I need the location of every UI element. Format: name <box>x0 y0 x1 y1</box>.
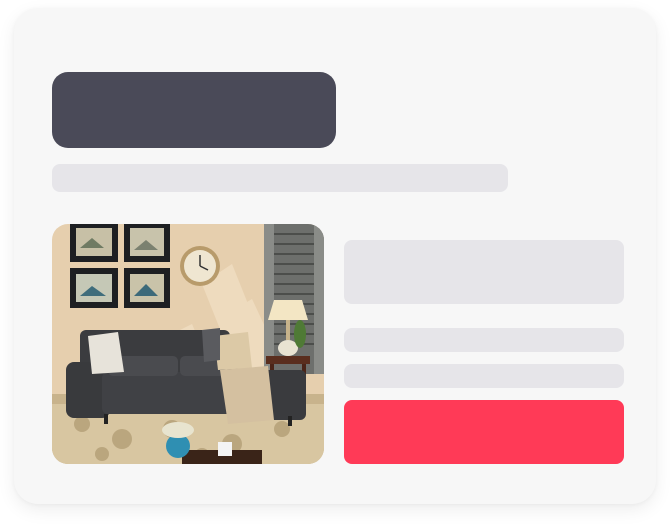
info-line-placeholder-1 <box>344 328 624 352</box>
info-heading-placeholder <box>344 240 624 304</box>
subtitle-placeholder <box>52 164 508 192</box>
product-image[interactable] <box>52 224 324 464</box>
call-to-action-button[interactable] <box>344 400 624 464</box>
title-placeholder <box>52 72 336 148</box>
info-line-placeholder-2 <box>344 364 624 388</box>
sofa-living-room-illustration <box>52 224 324 464</box>
